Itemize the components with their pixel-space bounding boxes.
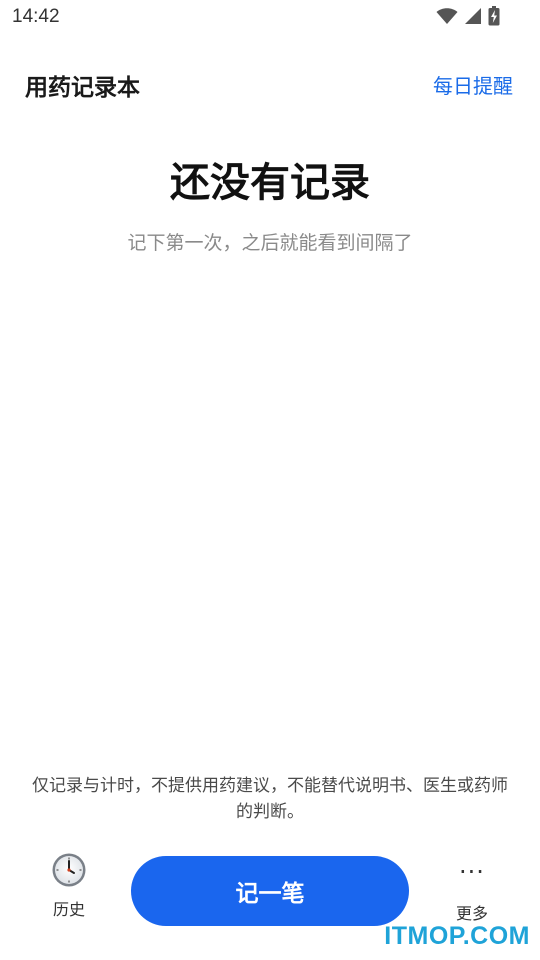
watermark-logo: ITMOP.COM (384, 922, 530, 950)
app-title: 用药记录本 (25, 75, 140, 101)
more-nav-button[interactable]: ··· 更多 (442, 858, 502, 928)
cellular-signal-icon (464, 7, 482, 25)
app-header: 用药记录本 每日提醒 (0, 62, 540, 106)
more-nav-label: 更多 (455, 904, 488, 923)
clock-icon (51, 852, 87, 888)
record-entry-button[interactable]: 记一笔 (131, 856, 409, 926)
history-nav-label: 历史 (52, 900, 85, 919)
history-nav-button[interactable]: 历史 (38, 852, 100, 924)
battery-charging-icon (488, 6, 500, 26)
daily-reminder-link[interactable]: 每日提醒 (433, 70, 513, 99)
status-time: 14:42 (12, 6, 60, 27)
status-bar: 14:42 (0, 0, 540, 36)
status-icons (436, 6, 500, 26)
empty-state-title: 还没有记录 (170, 160, 370, 206)
empty-state-subtitle: 记下第一次，之后就能看到间隔了 (127, 232, 413, 254)
more-dots-icon: ··· (459, 858, 485, 886)
disclaimer-text: 仅记录与计时，不提供用药建议，不能替代说明书、医生或药师的判断。 (32, 776, 508, 822)
wifi-icon (436, 7, 458, 25)
